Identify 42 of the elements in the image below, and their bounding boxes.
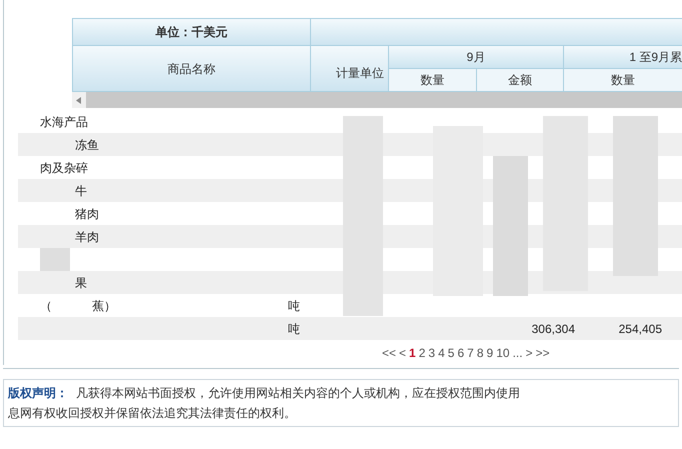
product-name: 牛 [75, 182, 87, 200]
blur-patch [40, 248, 70, 271]
column-header: 数量 [389, 69, 476, 91]
column-header: 9月 [389, 46, 563, 69]
column-header: 1 至9月累 [564, 46, 682, 69]
product-name: 猪肉 [75, 206, 99, 222]
product-name: 蕉） [92, 298, 116, 314]
first-page-link[interactable]: << [382, 344, 396, 362]
page-link[interactable]: 9 [486, 344, 494, 362]
previous-page-link[interactable]: < [399, 344, 406, 362]
notice-text: 凡获得本网站书面授权，允许使用网站相关内容的个人或机构，应在授权范围内使用 [76, 385, 520, 402]
notice-text: 息网有权收回授权并保留依法追究其法律责任的权利。 [8, 405, 297, 422]
page-link[interactable]: 1 [409, 344, 416, 362]
page-link[interactable]: 4 [438, 344, 445, 362]
page-link[interactable]: 10 [496, 344, 510, 362]
scroll-left-arrow-icon[interactable] [76, 96, 81, 104]
column-header: 计量单位 [311, 46, 389, 91]
product-name: 水海产品 [40, 114, 88, 130]
product-name: 肉及杂碎 [40, 160, 88, 176]
product-name: 冻鱼 [75, 136, 99, 154]
notice-label: 版权声明： [8, 385, 68, 402]
page-link[interactable]: 8 [476, 344, 484, 362]
column-header: 商品名称 [73, 46, 311, 91]
value-cell-text: 254,405 [618, 320, 662, 338]
ellipsis: ... [512, 345, 523, 362]
column-header: 数量 [564, 69, 682, 91]
unit-caption: 单位：千美元 [73, 19, 311, 45]
page-link[interactable]: 2 [418, 344, 426, 362]
next-page-link[interactable]: > [526, 344, 533, 362]
value-cell-text: 306,304 [530, 320, 575, 338]
page-link[interactable]: 3 [428, 344, 436, 362]
column-header: 金额 [476, 69, 563, 91]
page-link[interactable]: 7 [467, 344, 474, 362]
horizontal-scrollbar[interactable] [86, 92, 682, 108]
page-link[interactable]: 6 [457, 344, 464, 362]
last-page-link[interactable]: >> [536, 344, 550, 362]
page-link[interactable]: 5 [448, 344, 454, 362]
product-name: （ [40, 298, 52, 314]
product-name: 果 [75, 274, 87, 292]
unit-cell-text: 吨 [288, 298, 301, 314]
product-name: 羊肉 [75, 228, 99, 246]
unit-cell-text: 吨 [288, 320, 301, 338]
